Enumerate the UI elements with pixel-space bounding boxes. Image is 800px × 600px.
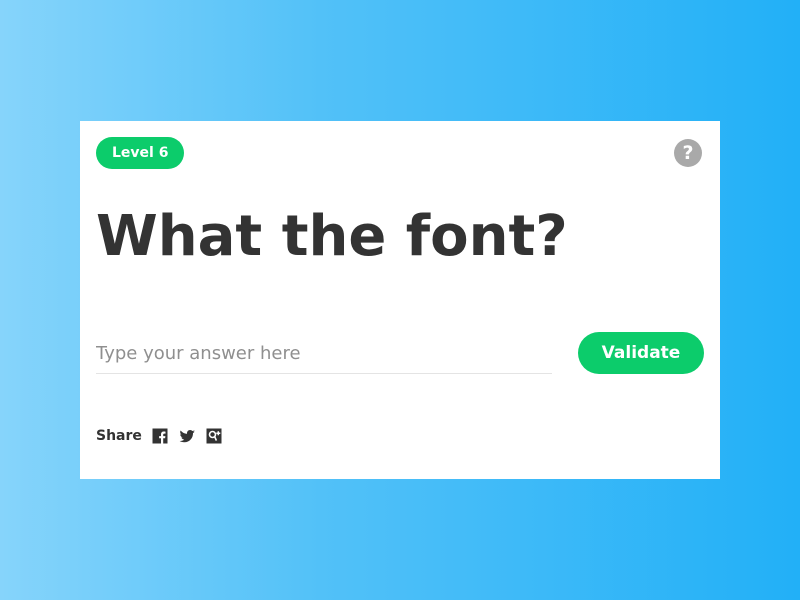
page-title: What the font? <box>96 204 568 269</box>
question-circle-icon: ? <box>682 142 694 164</box>
facebook-icon[interactable] <box>152 428 168 444</box>
twitter-icon[interactable] <box>179 428 195 444</box>
share-label: Share <box>96 428 142 444</box>
share-row: Share <box>96 425 233 447</box>
quiz-card: Level 6 ? What the font? Validate Share <box>80 121 720 479</box>
google-plus-icon[interactable] <box>206 428 222 444</box>
level-badge: Level 6 <box>96 137 185 169</box>
answer-input[interactable] <box>96 333 552 374</box>
validate-button[interactable]: Validate <box>578 332 704 374</box>
help-button[interactable]: ? <box>674 139 702 167</box>
